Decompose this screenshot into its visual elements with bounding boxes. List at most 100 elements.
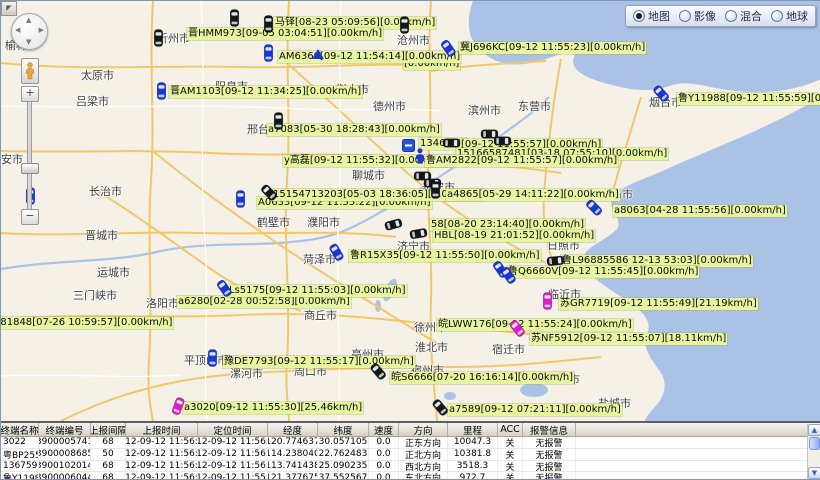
table-cell: 3900005741 — [39, 437, 91, 448]
vehicle-info-label[interactable]: 鲁Y11988[09-12 11:55:59][0.00km/h] — [677, 93, 820, 105]
vehicle-marker-black[interactable] — [439, 138, 461, 149]
pan-left-icon[interactable]: ◀ — [15, 27, 20, 34]
table-cell: 正北方向 — [399, 449, 448, 460]
grid-header-cell[interactable]: 上报间隔 — [91, 423, 126, 436]
vehicle-info-label[interactable]: a8063[04-28 11:55:56][0.00km/h] — [613, 205, 787, 217]
vehicle-info-label[interactable]: 豫DE7793[09-12 11:55:17][0.00km/h] — [223, 356, 415, 368]
radio-icon[interactable] — [679, 10, 691, 22]
grid-header-filler — [576, 423, 820, 436]
city-label: 东营市 — [518, 98, 551, 114]
scroll-down-button[interactable]: ▼ — [808, 467, 820, 479]
vehicle-info-label[interactable]: 晋HMM973[09-05 03:04:51][0.00km/h] — [187, 28, 383, 40]
grid-header-cell[interactable]: 里程 — [448, 423, 498, 436]
pan-control[interactable]: ▲ ▼ ◀ ▶ — [11, 13, 48, 50]
grid-header-cell[interactable]: ACC — [498, 423, 523, 436]
table-cell: 68 — [91, 437, 126, 448]
table-cell: 0.0 — [369, 449, 399, 460]
table-cell: 114.238040 — [268, 449, 318, 460]
table-cell: 3900102014 — [39, 461, 91, 472]
vehicle-info-label[interactable]: 181848[07-26 10:59:57][0.00km/h] — [1, 317, 173, 329]
map-type-option-4[interactable]: 地球 — [771, 8, 808, 24]
grid-header-cell[interactable]: 报警信息 — [523, 423, 576, 436]
table-cell: 无报警 — [523, 461, 576, 472]
person-marker[interactable] — [414, 148, 426, 168]
vehicle-info-label[interactable]: 冀J696KC[09-12 11:55:23][0.00km/h] — [459, 42, 646, 54]
table-cell: 关 — [498, 472, 523, 479]
grid-header-cell[interactable]: 定位时间 — [198, 423, 268, 436]
zoom-slider-thumb[interactable] — [21, 163, 39, 174]
vehicle-marker-black[interactable] — [399, 16, 410, 38]
grid-header-cell[interactable]: 终端编号 — [39, 423, 91, 436]
table-cell: 无报警 — [523, 449, 576, 460]
vehicle-info-label[interactable]: 鲁AM2822[09-12 11:55:57][0.00km/h] — [425, 155, 618, 167]
vehicle-info-label[interactable]: 皖LWW176[09-12 11:55:24][0.00km/h] — [437, 319, 633, 331]
vehicle-marker-black[interactable] — [430, 181, 441, 203]
city-label: 商丘市 — [304, 307, 337, 323]
vehicle-marker-black[interactable] — [229, 9, 240, 31]
city-label: 聊城市 — [352, 167, 385, 183]
vehicle-info-label[interactable]: a3020[09-12 11:55:30][25.46km/h] — [183, 402, 363, 414]
grid-body[interactable]: 30223900005741682012-09-12 11:56:092012-… — [1, 437, 807, 479]
table-cell: 113.741438 — [268, 461, 318, 472]
table-row[interactable]: 鲁Y119883900006044682012-09-12 11:56:0620… — [1, 472, 807, 479]
vehicle-marker-blue[interactable] — [207, 349, 218, 371]
scroll-up-button[interactable]: ▲ — [808, 424, 820, 436]
table-row[interactable]: 136759957...3900102014682012-09-12 11:56… — [1, 461, 807, 473]
vehicle-info-label[interactable]: a7083[05-30 18:28:43][0.00km/h] — [267, 124, 441, 136]
table-cell: 0.0 — [369, 461, 399, 472]
vehicle-marker-black[interactable] — [273, 112, 284, 134]
map-type-label: 地图 — [648, 8, 670, 24]
table-cell: 0.0 — [369, 472, 399, 479]
vehicle-marker-blue[interactable] — [156, 82, 167, 104]
grid-header-cell[interactable]: 纬度 — [318, 423, 369, 436]
vehicle-marker-black[interactable] — [263, 15, 274, 37]
arrow-marker[interactable] — [312, 44, 324, 63]
grid-header-cell[interactable]: 方向 — [399, 423, 448, 436]
vehicle-marker-black[interactable] — [542, 255, 565, 268]
vehicle-marker-black[interactable] — [153, 29, 164, 51]
vehicle-info-label[interactable]: a7589[09-12 07:21:11][0.00km/h] — [448, 404, 622, 416]
grid-header-cell[interactable]: 上报时间 — [126, 423, 198, 436]
grid-header-cell[interactable]: 终端名称 — [1, 423, 39, 436]
vehicle-info-label[interactable]: a6280[02-28 00:52:58][0.00km/h] — [177, 296, 351, 308]
zoom-in-button[interactable]: + — [21, 86, 39, 102]
vehicle-marker-magenta[interactable] — [542, 292, 553, 314]
grid-header-cell[interactable]: 经度 — [268, 423, 318, 436]
zoom-out-button[interactable]: − — [21, 209, 39, 225]
pegman-button[interactable] — [21, 58, 39, 84]
overview-toggle-button[interactable]: ◤ — [1, 1, 17, 16]
vehicle-info-label[interactable]: 皖S6666[07-20 16:16:14][0.00km/h] — [390, 372, 574, 384]
grid-header-cell[interactable]: 速度 — [369, 423, 399, 436]
vehicle-tracking-window: 榆林忻州市沧州市太原市阳泉市吕梁市衡水市德州市滨州市东营市烟台市邢台市聊城市长治… — [0, 0, 820, 480]
vehicle-info-label[interactable]: AM6366[09-12 11:54:14][0.00km/h] — [278, 51, 461, 63]
table-cell: 鲁Y11988 — [1, 472, 39, 479]
vehicle-info-label[interactable]: 苏NF5912[09-12 11:55:07][18.11km/h] — [530, 333, 727, 345]
vehicle-marker-black[interactable] — [490, 136, 512, 147]
pan-down-icon[interactable]: ▼ — [26, 39, 31, 46]
vehicle-info-label[interactable]: 晋AM1103[09-12 11:34:25][0.00km/h] — [169, 86, 362, 98]
grid-scrollbar[interactable]: ▲ ▼ — [807, 424, 820, 479]
map-viewport[interactable]: 榆林忻州市沧州市太原市阳泉市吕梁市衡水市德州市滨州市东营市烟台市邢台市聊城市长治… — [1, 1, 820, 421]
table-cell: 3900006044 — [39, 472, 91, 479]
map-type-option-3[interactable]: 混合 — [725, 8, 762, 24]
vehicle-info-label[interactable]: 鲁Q6660V[09-12 11:55:45][0.00km/h] — [507, 266, 699, 278]
radio-icon[interactable] — [771, 10, 783, 22]
pan-right-icon[interactable]: ▶ — [39, 27, 44, 34]
map-type-option-1[interactable]: 地图 — [633, 8, 670, 24]
table-cell: 关 — [498, 461, 523, 472]
vehicle-marker-blue[interactable] — [263, 44, 274, 66]
vehicle-info-label[interactable]: 鲁R15X35[09-12 11:55:50][0.00km/h] — [349, 250, 541, 262]
map-type-option-2[interactable]: 影像 — [679, 8, 716, 24]
table-row[interactable]: 粤BP255F3900008685502012-09-12 11:56:0920… — [1, 449, 807, 461]
radio-icon[interactable] — [633, 10, 645, 22]
vehicle-info-label[interactable]: HBL[08-19 21:01:52][0.00km/h] — [433, 230, 595, 242]
pan-up-icon[interactable]: ▲ — [26, 17, 31, 24]
radio-icon[interactable] — [725, 10, 737, 22]
table-row[interactable]: 30223900005741682012-09-12 11:56:092012-… — [1, 437, 807, 449]
vehicle-marker-blue[interactable] — [235, 190, 246, 212]
vehicle-info-label[interactable]: Ls5175[09-12 11:55:03][0.00km/h] — [228, 285, 407, 297]
zoom-slider-track[interactable] — [27, 101, 32, 211]
city-label: 淮北市 — [415, 339, 448, 355]
scrollbar-thumb[interactable] — [809, 437, 820, 450]
vehicle-info-label[interactable]: 苏GR7719[09-12 11:55:49][21.19km/h] — [559, 298, 758, 310]
